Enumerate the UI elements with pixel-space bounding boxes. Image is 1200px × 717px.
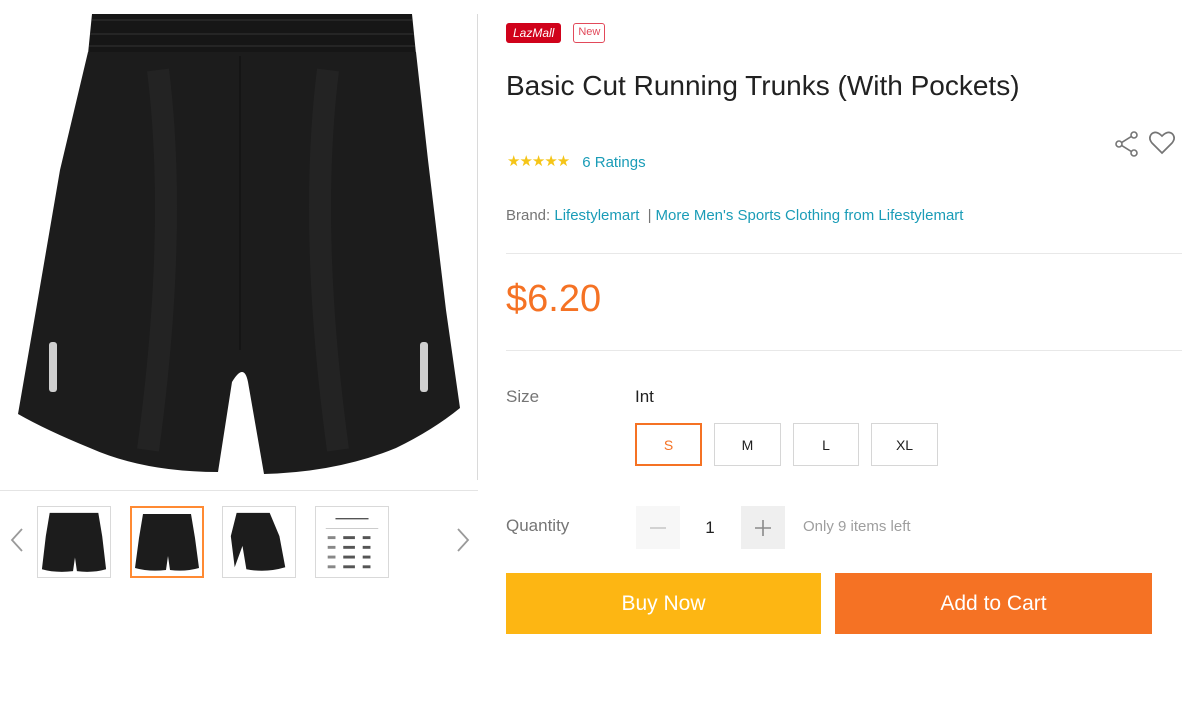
thumbnail-2[interactable] bbox=[130, 506, 204, 578]
ratings-link[interactable]: 6 Ratings bbox=[582, 154, 645, 171]
size-option-l[interactable]: L bbox=[793, 423, 859, 466]
gallery-divider bbox=[477, 14, 478, 480]
main-product-image[interactable] bbox=[8, 10, 470, 484]
thumbnail-prev-button[interactable] bbox=[6, 520, 28, 560]
product-gallery bbox=[0, 0, 480, 717]
product-badges: LazMall New bbox=[506, 23, 606, 43]
quantity-input[interactable] bbox=[682, 506, 738, 549]
chevron-right-icon bbox=[457, 528, 470, 552]
shorts-back-thumbnail bbox=[41, 512, 107, 572]
buy-now-button[interactable]: Buy Now bbox=[506, 573, 821, 634]
product-title: Basic Cut Running Trunks (With Pockets) bbox=[506, 70, 1020, 101]
shorts-front-thumbnail bbox=[135, 514, 199, 571]
add-to-cart-button[interactable]: Add to Cart bbox=[835, 573, 1152, 634]
stock-note: Only 9 items left bbox=[803, 518, 911, 535]
brand-separator: | bbox=[647, 207, 652, 224]
size-chart-thumbnail bbox=[316, 507, 388, 577]
quantity-increase-button[interactable] bbox=[741, 506, 785, 549]
rating-stars: ★★★★★ bbox=[507, 153, 570, 170]
thumbnail-3[interactable] bbox=[222, 506, 296, 578]
thumbnail-1[interactable] bbox=[37, 506, 111, 578]
quantity-decrease-button[interactable] bbox=[636, 506, 680, 549]
new-badge: New bbox=[573, 23, 606, 43]
share-button[interactable] bbox=[1114, 130, 1140, 158]
chevron-left-icon bbox=[10, 528, 23, 552]
brand-row: Brand: Lifestylemart | More Men's Sports … bbox=[506, 207, 963, 224]
plus-icon bbox=[755, 519, 771, 536]
thumbnail-4[interactable] bbox=[315, 506, 389, 578]
shorts-image bbox=[18, 14, 460, 474]
heart-icon bbox=[1149, 131, 1175, 155]
brand-label: Brand: bbox=[506, 207, 551, 224]
product-price: $6.20 bbox=[506, 278, 602, 320]
thumbnail-next-button[interactable] bbox=[452, 520, 474, 560]
shorts-side-thumbnail bbox=[230, 512, 286, 571]
size-label: Size bbox=[506, 387, 540, 406]
minus-icon bbox=[650, 526, 666, 529]
size-option-s[interactable]: S bbox=[635, 423, 702, 466]
product-rating: ★★★★★ 6 Ratings bbox=[507, 153, 646, 171]
wishlist-button[interactable] bbox=[1148, 130, 1176, 156]
size-system-label: Int bbox=[635, 387, 654, 406]
size-option-m[interactable]: M bbox=[714, 423, 781, 466]
lazmall-badge: LazMall bbox=[506, 23, 562, 43]
brand-link[interactable]: Lifestylemart bbox=[554, 207, 639, 224]
gallery-divider-horizontal bbox=[0, 490, 478, 491]
share-icon bbox=[1115, 131, 1138, 157]
size-option-xl[interactable]: XL bbox=[871, 423, 938, 466]
quantity-label: Quantity bbox=[506, 516, 570, 535]
more-from-brand-link[interactable]: More Men's Sports Clothing from Lifestyl… bbox=[655, 207, 963, 224]
divider bbox=[506, 253, 1182, 254]
divider bbox=[506, 350, 1182, 351]
